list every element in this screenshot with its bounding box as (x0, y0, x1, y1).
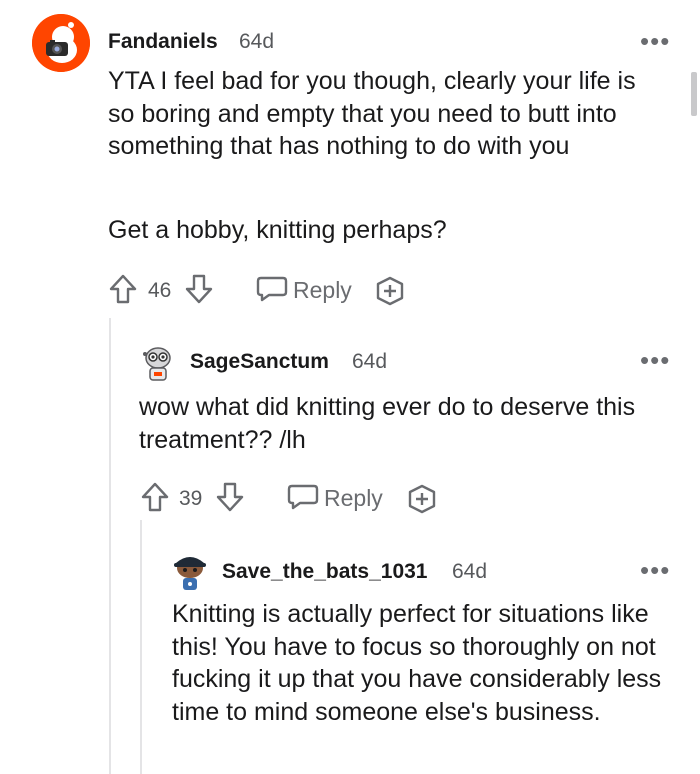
reply-icon[interactable] (286, 483, 320, 511)
username[interactable]: SageSanctum (190, 350, 329, 374)
reply-button[interactable]: Reply (293, 277, 352, 304)
award-icon[interactable] (374, 275, 406, 307)
vote-count: 39 (179, 487, 203, 510)
comment-body: YTA I feel bad for you though, clearly y… (108, 67, 636, 160)
reply-button[interactable]: Reply (324, 485, 383, 512)
reply-icon[interactable] (255, 275, 289, 303)
downvote-icon[interactable] (215, 481, 245, 513)
avatar[interactable] (32, 14, 90, 72)
more-options-button[interactable]: ••• (640, 347, 670, 373)
comment-age: 64d (452, 560, 488, 583)
username[interactable]: Save_the_bats_1031 (222, 560, 427, 584)
award-icon[interactable] (406, 483, 438, 515)
vote-count: 46 (148, 279, 172, 302)
username[interactable]: Fandaniels (108, 30, 218, 54)
thread-line-level-2[interactable] (140, 520, 142, 774)
downvote-icon[interactable] (184, 273, 214, 305)
snoo-cap-avatar-icon (168, 549, 212, 593)
comment-body: Get a hobby, knitting perhaps? (108, 216, 447, 244)
snoo-robot-avatar-icon (138, 344, 178, 384)
comment-body: wow what did knitting ever do to deserve… (139, 393, 636, 454)
upvote-icon[interactable] (108, 273, 138, 305)
avatar[interactable] (168, 549, 212, 593)
more-options-button[interactable]: ••• (640, 28, 670, 54)
snoo-camera-avatar-icon (32, 14, 90, 72)
comment-age: 64d (239, 30, 275, 53)
avatar[interactable] (138, 344, 178, 384)
upvote-icon[interactable] (140, 481, 170, 513)
comment-body: Knitting is actually perfect for situati… (172, 600, 662, 726)
thread-line-level-1[interactable] (109, 318, 111, 774)
scrollbar[interactable] (691, 72, 697, 116)
comment-age: 64d (352, 350, 388, 373)
more-options-button[interactable]: ••• (640, 557, 670, 583)
